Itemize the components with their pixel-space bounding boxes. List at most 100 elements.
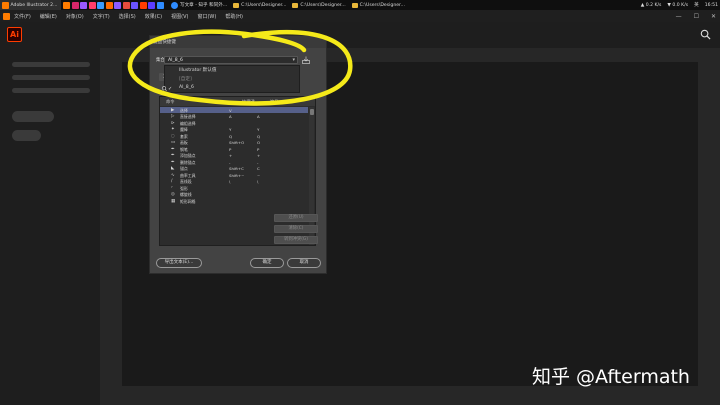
table-row[interactable]: ⊳ 编组选择: [160, 120, 308, 126]
table-row[interactable]: / 直线段 \ \: [160, 179, 308, 185]
app-icon[interactable]: [122, 1, 130, 9]
taskbar-illustrator-label: Adobe Illustrator 2...: [10, 2, 58, 8]
minimize-button[interactable]: —: [676, 13, 682, 20]
taskbar-illustrator[interactable]: Adobe Illustrator 2...: [0, 0, 62, 10]
table-row[interactable]: ∿ 曲率工具 Shift+~ ~: [160, 172, 308, 178]
table-row[interactable]: ◎ 螺旋线: [160, 192, 308, 198]
taskbar-folder-1[interactable]: C:\Users\Designer...: [231, 0, 290, 10]
row-shortcut[interactable]: Shift+~: [229, 173, 244, 178]
net-upload-speed: ▲ 0.2 K/s: [640, 2, 662, 8]
preset-option-default[interactable]: Illustrator 默认值: [179, 67, 216, 73]
app-icon[interactable]: [97, 1, 105, 9]
menu-help[interactable]: 帮助(H): [225, 13, 243, 20]
preset-option-ai86[interactable]: AI_8_6: [179, 85, 194, 90]
menu-effect[interactable]: 效果(C): [145, 13, 162, 20]
row-symbol[interactable]: +: [257, 153, 260, 158]
close-button[interactable]: ✕: [711, 13, 716, 20]
tool-icon: ◌: [171, 133, 175, 139]
save-preset-icon[interactable]: [302, 56, 310, 64]
export-text-button[interactable]: 导出文本(E)...: [156, 258, 202, 268]
taskbar-folder-label: C:\Users\Designer...: [241, 2, 287, 8]
app-menu-icon[interactable]: [3, 12, 10, 20]
row-symbol[interactable]: ~: [257, 173, 260, 178]
tool-icon: ◜: [171, 185, 173, 191]
header-shortcut[interactable]: 快捷键: [242, 99, 255, 105]
maximize-button[interactable]: ☐: [694, 13, 699, 20]
header-symbol[interactable]: 符号: [270, 99, 278, 105]
table-row[interactable]: ▶ 选择 V: [160, 107, 308, 113]
row-shortcut[interactable]: +: [229, 153, 232, 158]
row-shortcut[interactable]: Shift+O: [229, 140, 244, 145]
table-row[interactable]: ◌ 套索 Q Q: [160, 133, 308, 139]
app-icon[interactable]: [131, 1, 139, 9]
folder-icon: [351, 2, 358, 8]
header-command[interactable]: 命令: [166, 99, 174, 105]
keyboard-shortcuts-dialog: 键盘快捷键 集合(S): AI_8_6 ▾ 工具 Illustrator 默认值…: [149, 35, 327, 274]
row-symbol[interactable]: C: [257, 166, 260, 171]
table-row[interactable]: ✒ 删除锚点 - -: [160, 159, 308, 165]
app-icon[interactable]: [88, 1, 96, 9]
row-shortcut[interactable]: V: [229, 108, 232, 113]
row-shortcut[interactable]: Q: [229, 134, 232, 139]
row-symbol[interactable]: Q: [257, 134, 260, 139]
row-shortcut[interactable]: Y: [229, 127, 231, 132]
app-icon[interactable]: [156, 1, 164, 9]
table-row[interactable]: ✒ 钢笔 P P: [160, 146, 308, 152]
preset-option-custom[interactable]: [自定]: [179, 76, 192, 82]
table-row[interactable]: ✒ 添加锚点 + +: [160, 153, 308, 159]
row-shortcut[interactable]: \: [229, 179, 230, 184]
row-symbol[interactable]: P: [257, 147, 259, 152]
sidebar-button-placeholder: [12, 130, 41, 141]
app-icon[interactable]: [63, 1, 71, 9]
sidebar-button-placeholder: [12, 111, 54, 122]
table-row[interactable]: ▦ 矩形网格: [160, 198, 308, 204]
row-symbol[interactable]: -: [257, 160, 258, 165]
table-row[interactable]: ✦ 魔棒 Y Y: [160, 127, 308, 133]
clock[interactable]: 16:51: [705, 3, 718, 8]
row-shortcut[interactable]: P: [229, 147, 231, 152]
clear-button[interactable]: 清除(C): [274, 225, 318, 233]
menu-window[interactable]: 窗口(W): [197, 13, 216, 20]
scrollbar-thumb[interactable]: [309, 109, 314, 115]
menu-edit[interactable]: 编辑(E): [40, 13, 57, 20]
taskbar: Adobe Illustrator 2... 写文章 - 知乎 和同外... C…: [0, 0, 720, 10]
row-shortcut[interactable]: -: [229, 160, 230, 165]
ok-button[interactable]: 确定: [250, 258, 284, 268]
menu-file[interactable]: 文件(F): [14, 13, 31, 20]
menu-select[interactable]: 选择(S): [119, 13, 136, 20]
ime-indicator[interactable]: 英: [694, 2, 699, 8]
app-icon[interactable]: [71, 1, 79, 9]
app-icon[interactable]: [139, 1, 147, 9]
search-field[interactable]: [161, 85, 178, 92]
taskbar-folder-2[interactable]: C:\Users\Designer...: [290, 0, 349, 10]
menu-type[interactable]: 文字(T): [93, 13, 110, 20]
preset-select[interactable]: AI_8_6 ▾: [164, 56, 298, 64]
row-symbol[interactable]: \: [257, 179, 258, 184]
cancel-button[interactable]: 取消: [287, 258, 321, 268]
tool-icon: ✒: [171, 146, 175, 152]
undo-button[interactable]: 还原(U): [274, 214, 318, 222]
app-icon[interactable]: [114, 1, 122, 9]
chevron-down-icon: ▾: [292, 57, 295, 63]
row-symbol[interactable]: O: [257, 140, 260, 145]
row-symbol[interactable]: A: [257, 114, 260, 119]
app-icon[interactable]: [80, 1, 88, 9]
table-row[interactable]: ▷ 直接选择 A A: [160, 114, 308, 120]
go-to-conflict-button[interactable]: 转到冲突(G): [274, 236, 318, 244]
table-row[interactable]: ◜ 弧形: [160, 185, 308, 191]
table-row[interactable]: ◣ 锚点 Shift+C C: [160, 166, 308, 172]
menu-view[interactable]: 视图(V): [171, 13, 188, 20]
table-row[interactable]: ▭ 画板 Shift+O O: [160, 140, 308, 146]
dialog-titlebar[interactable]: 键盘快捷键: [150, 36, 326, 48]
sidebar-placeholder: [12, 62, 90, 67]
folder-icon: [233, 2, 240, 8]
row-symbol[interactable]: Y: [257, 127, 259, 132]
app-icon[interactable]: [105, 1, 113, 9]
taskbar-folder-3[interactable]: C:\Users\Designer...: [350, 0, 409, 10]
row-shortcut[interactable]: A: [229, 114, 232, 119]
menu-object[interactable]: 对象(O): [66, 13, 84, 20]
row-shortcut[interactable]: Shift+C: [229, 166, 244, 171]
app-icon[interactable]: [148, 1, 156, 9]
taskbar-browser[interactable]: 写文章 - 知乎 和同外...: [169, 0, 231, 10]
search-icon[interactable]: [700, 29, 711, 40]
